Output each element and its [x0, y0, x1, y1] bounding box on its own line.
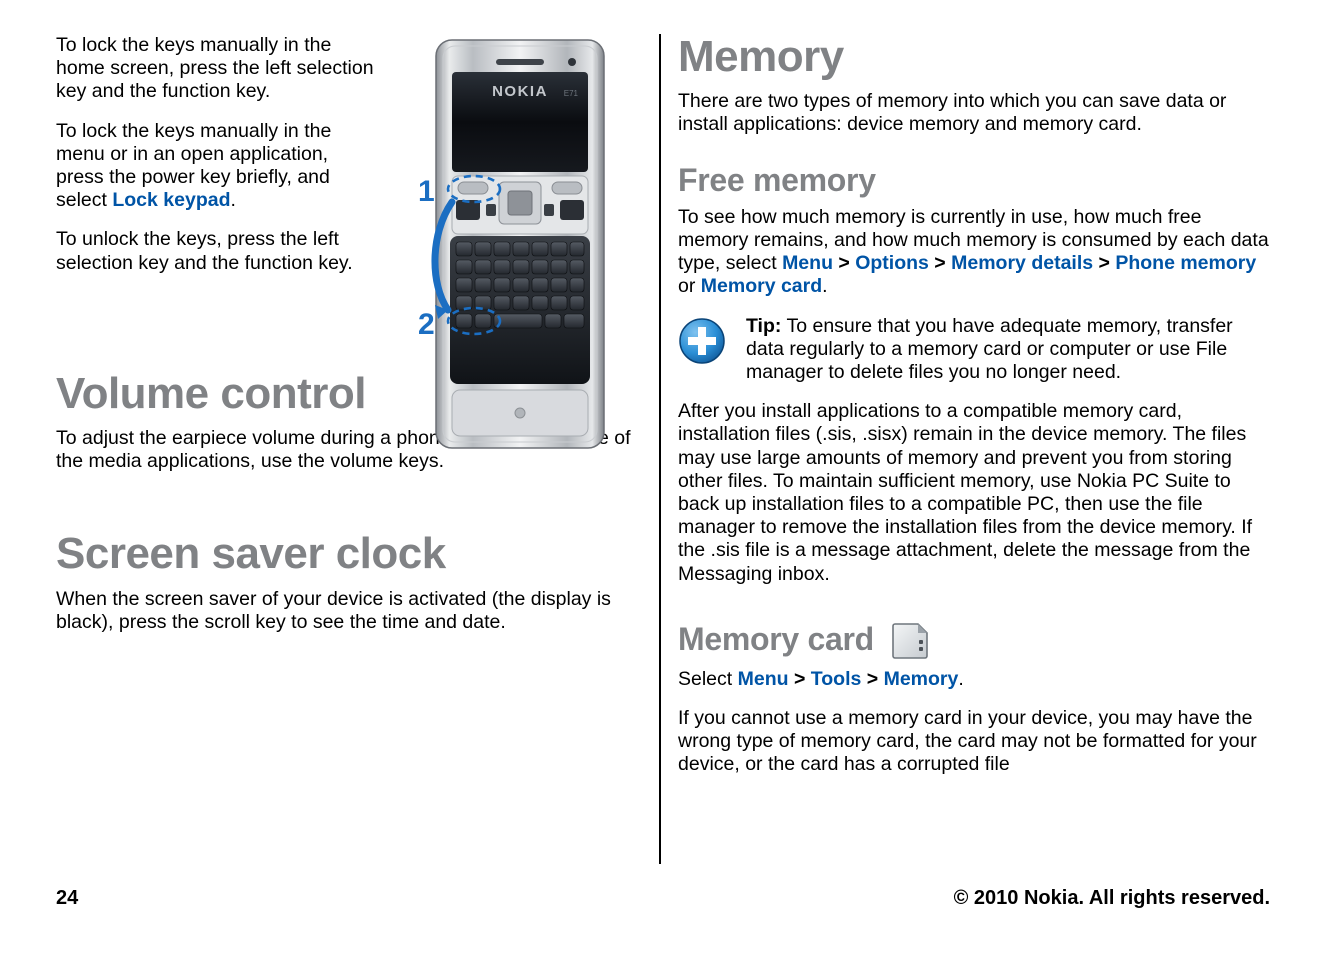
memory-card-link[interactable]: Memory card: [701, 275, 822, 297]
options-link[interactable]: Options: [855, 252, 929, 274]
lock-keys-menu-paragraph: To lock the keys manually in the menu or…: [56, 120, 376, 213]
memory-body: There are two types of memory into which…: [678, 90, 1227, 136]
phone-illustration: NOKIA E71 1 2: [386, 34, 654, 454]
svg-text:1: 1: [418, 175, 435, 208]
svg-text:E71: E71: [564, 89, 579, 98]
screen-saver-clock-section: Screen saver clock When the screen saver…: [56, 531, 648, 634]
tip-block: Tip: To ensure that you have adequate me…: [678, 315, 1270, 385]
tip-text: To ensure that you have adequate memory,…: [746, 314, 1233, 383]
free-memory-text-after: .: [822, 275, 828, 298]
path-separator-1: >: [832, 252, 856, 275]
path-separator-4: >: [788, 667, 811, 690]
memory-card-icon: [888, 620, 934, 660]
manual-page: To lock the keys manually in the home sc…: [0, 0, 1322, 954]
memory-card-section: Memory card Select Menu > Tools > Memory…: [678, 620, 1270, 777]
memory-card-heading-row: Memory card: [678, 620, 1270, 660]
free-memory-section: Free memory To see how much memory is cu…: [678, 161, 1270, 586]
memory-heading: Memory: [678, 32, 844, 81]
path-separator-2: >: [928, 252, 952, 275]
free-memory-or-text: or: [678, 275, 701, 298]
memory-card-body: If you cannot use a memory card in your …: [678, 707, 1257, 776]
svg-text:NOKIA: NOKIA: [492, 83, 548, 100]
lock-keys-home-paragraph: To lock the keys manually in the home sc…: [56, 34, 374, 103]
menu-link[interactable]: Menu: [782, 252, 833, 274]
unlock-keys-paragraph: To unlock the keys, press the left selec…: [56, 228, 353, 274]
column-divider: [659, 34, 661, 864]
right-column: Memory There are two types of memory int…: [678, 32, 1270, 793]
after-install-body: After you install applications to a comp…: [678, 400, 1253, 585]
tip-label: Tip:: [746, 314, 782, 337]
free-memory-body: To see how much memory is currently in u…: [678, 206, 1270, 299]
svg-text:2: 2: [418, 308, 435, 341]
tools-link[interactable]: Tools: [811, 668, 862, 690]
copyright-notice: © 2010 Nokia. All rights reserved.: [953, 887, 1270, 909]
memory-card-heading: Memory card: [678, 621, 874, 658]
tip-icon: [678, 317, 726, 365]
free-memory-heading: Free memory: [678, 161, 876, 198]
phone-memory-link[interactable]: Phone memory: [1115, 252, 1256, 274]
path-separator-5: >: [861, 667, 884, 690]
screen-saver-clock-heading: Screen saver clock: [56, 529, 446, 579]
menu-link-2[interactable]: Menu: [738, 668, 789, 690]
tip-paragraph: Tip: To ensure that you have adequate me…: [746, 315, 1270, 385]
lock-keypad-link[interactable]: Lock keypad: [112, 189, 230, 211]
memory-card-select-before: Select: [678, 667, 738, 690]
screen-saver-clock-body: When the screen saver of your device is …: [56, 587, 611, 633]
path-separator-3: >: [1093, 252, 1116, 275]
memory-link[interactable]: Memory: [884, 668, 959, 690]
memory-details-link[interactable]: Memory details: [951, 252, 1093, 274]
page-number: 24: [56, 887, 79, 909]
memory-card-select-path: Select Menu > Tools > Memory.: [678, 668, 1270, 691]
lock-keys-menu-text-after: .: [230, 189, 236, 212]
memory-card-select-after: .: [958, 667, 964, 690]
